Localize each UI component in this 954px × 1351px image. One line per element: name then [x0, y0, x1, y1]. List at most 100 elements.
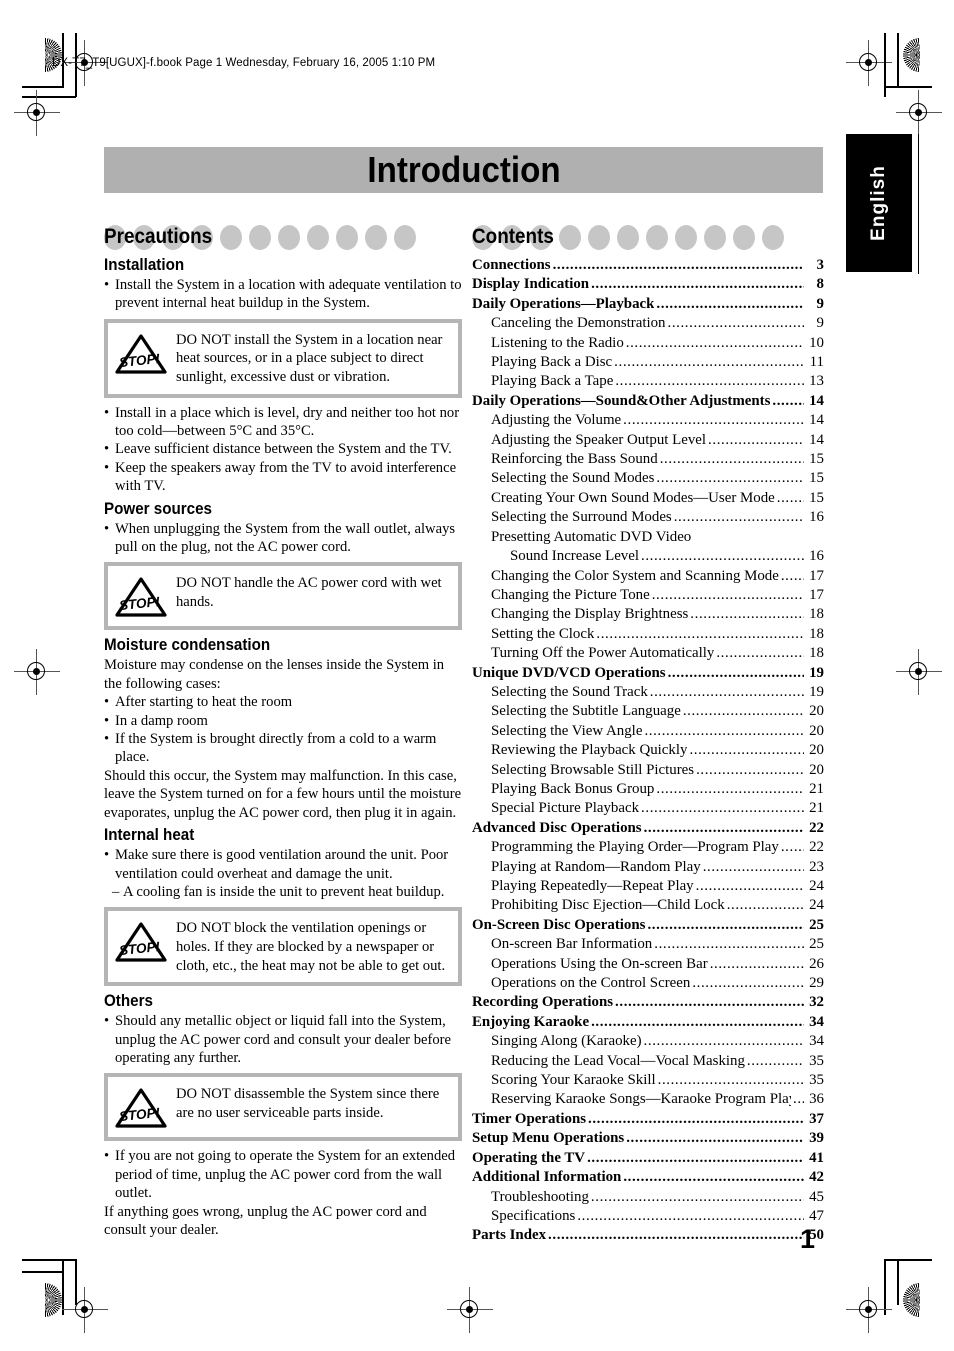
- toc-entry[interactable]: Playing Back Bonus Group 21: [472, 780, 824, 799]
- toc-entry[interactable]: Daily Operations—Sound&Other Adjustments…: [472, 392, 824, 411]
- toc-entry[interactable]: Presetting Automatic DVD Video: [472, 528, 824, 547]
- toc-entry[interactable]: Adjusting the Speaker Output Level 14: [472, 431, 824, 450]
- toc-entry-page-number: 37: [809, 1110, 824, 1127]
- toc-entry-page-number: 15: [809, 470, 824, 487]
- toc-entry-label: Sound Increase Level: [510, 548, 639, 565]
- toc-entry-page-number: 10: [809, 334, 824, 351]
- warning-box-power-sources: STOP! DO NOT handle the AC power cord wi…: [104, 562, 462, 631]
- contents-heading: Contents: [472, 225, 554, 248]
- list-item: Leave sufficient distance between the Sy…: [104, 440, 462, 459]
- toc-entry[interactable]: Recording Operations 32: [472, 993, 824, 1012]
- toc-entry[interactable]: Changing the Color System and Scanning M…: [472, 567, 824, 586]
- toc-entry[interactable]: Selecting the Sound Track 19: [472, 683, 824, 702]
- toc-entry[interactable]: Unique DVD/VCD Operations 19: [472, 664, 824, 683]
- toc-entry[interactable]: Changing the Picture Tone 17: [472, 586, 824, 605]
- toc-entry[interactable]: Scoring Your Karaoke Skill 35: [472, 1071, 824, 1090]
- circle-dot-icon: [307, 225, 329, 250]
- toc-entry[interactable]: Adjusting the Volume 14: [472, 411, 824, 430]
- toc-entry-page-number: 20: [809, 722, 824, 739]
- toc-entry[interactable]: Special Picture Playback 21: [472, 799, 824, 818]
- toc-entry-page-number: 13: [809, 373, 824, 390]
- toc-entry[interactable]: Troubleshooting 45: [472, 1188, 824, 1207]
- toc-entry[interactable]: Changing the Display Brightness 18: [472, 605, 824, 624]
- toc-entry[interactable]: Sound Increase Level 16: [472, 547, 824, 566]
- toc-entry[interactable]: Enjoying Karaoke 34: [472, 1013, 824, 1032]
- toc-entry-page-number: 18: [809, 625, 824, 642]
- toc-leader-dots: [588, 1110, 804, 1129]
- toc-entry-page-number: 14: [809, 431, 824, 448]
- toc-entry[interactable]: Creating Your Own Sound Modes—User Mode 1…: [472, 489, 824, 508]
- toc-entry[interactable]: Playing at Random—Random Play 23: [472, 858, 824, 877]
- toc-entry[interactable]: Listening to the Radio 10: [472, 334, 824, 353]
- toc-entry[interactable]: Selecting the View Angle 20: [472, 722, 824, 741]
- toc-entry[interactable]: Selecting the Surround Modes 16: [472, 508, 824, 527]
- circle-dot-icon: [278, 225, 300, 250]
- toc-entry-page-number: 24: [809, 878, 824, 894]
- toc-entry-label: Playing Back Bonus Group: [491, 780, 655, 797]
- toc-entry[interactable]: Operations on the Control Screen 29: [472, 974, 824, 993]
- toc-entry-label: Setting the Clock: [491, 625, 595, 642]
- toc-leader-dots: [656, 469, 804, 488]
- toc-entry[interactable]: Reducing the Lead Vocal—Vocal Masking 35: [472, 1052, 824, 1071]
- toc-entry[interactable]: Additional Information 42: [472, 1168, 824, 1187]
- toc-entry[interactable]: Selecting Browsable Still Pictures 20: [472, 761, 824, 780]
- toc-entry[interactable]: Prohibiting Disc Ejection—Child Lock 24: [472, 896, 824, 915]
- toc-leader-dots: [781, 567, 804, 586]
- toc-entry-label: Playing Back a Disc: [491, 354, 613, 371]
- toc-entry[interactable]: On-screen Bar Information 25: [472, 935, 824, 954]
- toc-entry[interactable]: Advanced Disc Operations 22: [472, 819, 824, 838]
- circle-dot-icon: [588, 225, 610, 250]
- toc-entry-page-number: 16: [809, 509, 824, 526]
- toc-entry-label: Operations Using the On-screen Bar: [491, 955, 708, 972]
- toc-leader-dots: [591, 1188, 804, 1207]
- list-item: Install in a place which is level, dry a…: [104, 404, 462, 441]
- toc-entry[interactable]: Canceling the Demonstration 9: [472, 314, 824, 333]
- toc-entry[interactable]: Connections 3: [472, 256, 824, 275]
- toc-entry[interactable]: Turning Off the Power Automatically 18: [472, 644, 824, 663]
- toc-entry[interactable]: Playing Back a Tape 13: [472, 372, 824, 391]
- toc-leader-dots: [727, 896, 804, 915]
- toc-entry[interactable]: Reserving Karaoke Songs—Karaoke Program …: [472, 1090, 824, 1109]
- toc-entry[interactable]: Timer Operations 37: [472, 1110, 824, 1129]
- toc-entry-label: Reinforcing the Bass Sound: [491, 451, 658, 468]
- toc-entry[interactable]: Operations Using the On-screen Bar 26: [472, 955, 824, 974]
- toc-entry[interactable]: Playing Back a Disc 11: [472, 353, 824, 372]
- toc-leader-dots: [626, 334, 804, 353]
- toc-entry-page-number: 18: [809, 645, 824, 662]
- toc-entry[interactable]: Playing Repeatedly—Repeat Play 24: [472, 877, 824, 896]
- toc-entry-page-number: 24: [809, 897, 824, 914]
- toc-entry[interactable]: Daily Operations—Playback 9: [472, 295, 824, 314]
- toc-entry[interactable]: Singing Along (Karaoke) 34: [472, 1032, 824, 1051]
- table-of-contents: Connections 3 Display Indication 8 Daily Ope…: [472, 256, 824, 1246]
- toc-entry-label: Daily Operations—Sound&Other Adjustments: [472, 392, 771, 409]
- toc-entry[interactable]: On-Screen Disc Operations 25: [472, 916, 824, 935]
- toc-entry-label: Playing at Random—Random Play: [491, 858, 701, 875]
- toc-entry-page-number: 11: [809, 354, 824, 371]
- registration-target-left-upper: [14, 90, 60, 136]
- toc-leader-dots: [708, 431, 804, 450]
- toc-entry[interactable]: Reinforcing the Bass Sound 15: [472, 450, 824, 469]
- toc-entry-label: Display Indication: [472, 276, 590, 293]
- rosette-mark-top-right: [903, 38, 920, 72]
- toc-entry[interactable]: Parts Index50: [472, 1226, 824, 1245]
- toc-entry[interactable]: Specifications47: [472, 1207, 824, 1226]
- toc-entry[interactable]: Display Indication 8: [472, 275, 824, 294]
- toc-entry[interactable]: Programming the Playing Order—Program Pl…: [472, 838, 824, 857]
- warning-text: DO NOT handle the AC power cord with wet…: [176, 575, 442, 611]
- toc-leader-dots: [641, 799, 804, 818]
- rosette-mark-bottom-left: [45, 1283, 62, 1317]
- precautions-section-header: Precautions: [104, 222, 462, 252]
- toc-entry[interactable]: Selecting the Subtitle Language 20: [472, 702, 824, 721]
- toc-leader-dots: [577, 1207, 804, 1226]
- toc-entry[interactable]: Reviewing the Playback Quickly 20: [472, 741, 824, 760]
- toc-entry[interactable]: Operating the TV 41: [472, 1149, 824, 1168]
- circle-dot-icon: [220, 225, 242, 250]
- toc-entry-page-number: 19: [809, 683, 824, 700]
- toc-entry-label: Operations on the Control Screen: [491, 975, 691, 992]
- toc-entry[interactable]: Setting the Clock 18: [472, 625, 824, 644]
- toc-entry[interactable]: Selecting the Sound Modes 15: [472, 469, 824, 488]
- contents-column: Contents Connections 3 Display Indication 8…: [472, 222, 824, 1246]
- toc-entry-label: Singing Along (Karaoke): [491, 1033, 642, 1050]
- crop-mark: [897, 33, 899, 87]
- toc-entry[interactable]: Setup Menu Operations 39: [472, 1129, 824, 1148]
